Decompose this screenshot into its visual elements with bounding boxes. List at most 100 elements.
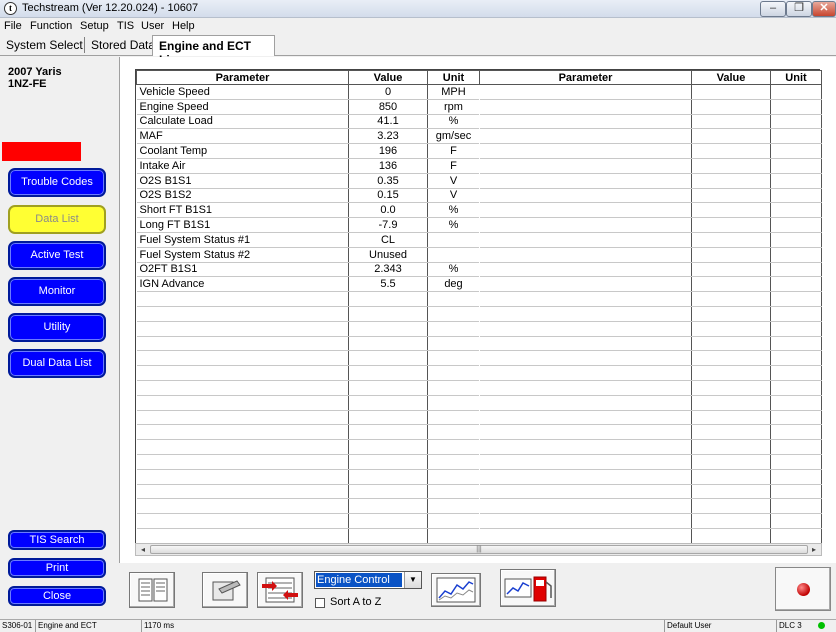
- scrollbar-thumb[interactable]: |||: [150, 545, 808, 554]
- table-row[interactable]: [479, 128, 822, 145]
- table-row[interactable]: [136, 498, 480, 515]
- tab-stored-data[interactable]: Stored Data: [91, 38, 155, 52]
- table-row[interactable]: [136, 380, 480, 396]
- table-row[interactable]: [479, 439, 822, 455]
- tab-engine-ect-live[interactable]: Engine and ECT Live: [152, 35, 275, 67]
- menu-setup[interactable]: Setup: [80, 20, 109, 32]
- table-row[interactable]: [136, 484, 480, 500]
- table-row[interactable]: O2S B1S2 0.15 V: [136, 188, 480, 204]
- table-row[interactable]: MAF 3.23 gm/sec: [136, 128, 480, 145]
- table-row[interactable]: [479, 454, 822, 470]
- fuel-graph-button[interactable]: [500, 569, 556, 607]
- parameter-header[interactable]: Parameter: [479, 70, 692, 85]
- table-row[interactable]: [479, 513, 822, 529]
- table-row[interactable]: Calculate Load 41.1%: [136, 114, 480, 130]
- table-row[interactable]: [479, 498, 822, 515]
- scroll-right-arrow-icon[interactable]: ▸: [808, 544, 820, 555]
- table-row[interactable]: Fuel System Status #1 CL: [136, 232, 480, 248]
- table-row[interactable]: [136, 439, 480, 455]
- table-row[interactable]: [479, 365, 822, 381]
- graph-view-button[interactable]: [431, 573, 481, 607]
- table-row[interactable]: [479, 336, 822, 352]
- dual-data-list-button[interactable]: Dual Data List: [8, 349, 106, 378]
- table-row[interactable]: [479, 188, 822, 204]
- table-row[interactable]: [479, 114, 822, 130]
- table-row[interactable]: [479, 410, 822, 426]
- menu-help[interactable]: Help: [172, 20, 195, 32]
- table-row[interactable]: O2S B1S1 0.35 V: [136, 173, 480, 189]
- sort-a-to-z-checkbox[interactable]: [315, 598, 325, 608]
- value-header[interactable]: Value: [691, 70, 771, 85]
- table-row[interactable]: [479, 158, 822, 174]
- unit-header[interactable]: Unit: [770, 70, 822, 85]
- menu-tis[interactable]: TIS: [117, 20, 134, 32]
- menu-file[interactable]: File: [4, 20, 22, 32]
- table-row[interactable]: [479, 321, 822, 337]
- table-row[interactable]: [136, 321, 480, 337]
- snapshot-button[interactable]: [202, 572, 248, 608]
- active-test-button[interactable]: Active Test: [8, 241, 106, 270]
- maximize-button[interactable]: ❐: [786, 1, 812, 17]
- table-row[interactable]: [479, 143, 822, 159]
- value-header[interactable]: Value: [348, 70, 428, 85]
- data-recording-button[interactable]: [257, 572, 303, 608]
- table-row[interactable]: Long FT B1S1 -7.9%: [136, 217, 480, 233]
- table-row[interactable]: [479, 350, 822, 367]
- table-row[interactable]: [136, 424, 480, 441]
- table-row[interactable]: [479, 99, 822, 115]
- table-row[interactable]: [479, 380, 822, 396]
- table-row[interactable]: Coolant Temp 196 F: [136, 143, 480, 159]
- horizontal-scrollbar[interactable]: ◂ ||| ▸: [135, 543, 822, 556]
- table-row[interactable]: [479, 484, 822, 500]
- table-row[interactable]: [479, 202, 822, 219]
- table-row[interactable]: [136, 469, 480, 485]
- table-row[interactable]: [136, 350, 480, 367]
- trouble-codes-button[interactable]: Trouble Codes: [8, 168, 106, 197]
- table-row[interactable]: [136, 336, 480, 352]
- table-row[interactable]: [479, 395, 822, 411]
- menu-user[interactable]: User: [141, 20, 164, 32]
- table-row[interactable]: [479, 306, 822, 322]
- table-row[interactable]: [136, 410, 480, 426]
- scroll-left-arrow-icon[interactable]: ◂: [137, 544, 149, 555]
- table-row[interactable]: IGN Advance 5.5 deg: [136, 276, 480, 293]
- table-row[interactable]: [136, 454, 480, 470]
- table-row[interactable]: Short FT B1S1 0.0%: [136, 202, 480, 219]
- table-row[interactable]: [479, 84, 822, 100]
- unit-header[interactable]: Unit: [427, 70, 480, 85]
- table-row[interactable]: [136, 365, 480, 381]
- table-row[interactable]: [479, 528, 822, 544]
- table-row[interactable]: [479, 291, 822, 307]
- close-window-button[interactable]: ✕: [812, 1, 836, 17]
- table-row[interactable]: [479, 276, 822, 293]
- monitor-button[interactable]: Monitor: [8, 277, 106, 306]
- table-row[interactable]: [136, 528, 480, 544]
- close-button[interactable]: Close: [8, 586, 106, 606]
- table-row[interactable]: Intake Air 136 F: [136, 158, 480, 174]
- chevron-down-icon[interactable]: ▼: [404, 572, 421, 588]
- table-row[interactable]: [479, 262, 822, 278]
- data-list-button[interactable]: Data List: [8, 205, 106, 234]
- record-button[interactable]: [775, 567, 831, 611]
- table-row[interactable]: [479, 469, 822, 485]
- sort-a-to-z-label[interactable]: Sort A to Z: [330, 596, 381, 608]
- table-row[interactable]: O2FT B1S1 2.343%: [136, 262, 480, 278]
- table-row[interactable]: Vehicle Speed 0 MPH: [136, 84, 480, 100]
- system-select-dropdown[interactable]: Engine Control ▼: [314, 571, 422, 589]
- table-row[interactable]: Engine Speed 850 rpm: [136, 99, 480, 115]
- table-row[interactable]: [479, 232, 822, 248]
- select-parameters-button[interactable]: [129, 572, 175, 608]
- minimize-button[interactable]: –: [760, 1, 786, 17]
- table-row[interactable]: [136, 395, 480, 411]
- table-row[interactable]: [479, 217, 822, 233]
- tab-system-select[interactable]: System Select: [6, 38, 83, 52]
- table-row[interactable]: [136, 291, 480, 307]
- table-row[interactable]: [479, 173, 822, 189]
- parameter-header[interactable]: Parameter: [136, 70, 349, 85]
- table-row[interactable]: [479, 424, 822, 441]
- table-row[interactable]: [479, 247, 822, 263]
- table-row[interactable]: [136, 513, 480, 529]
- table-row[interactable]: Fuel System Status #2 Unused: [136, 247, 480, 263]
- menu-function[interactable]: Function: [30, 20, 72, 32]
- table-row[interactable]: [136, 306, 480, 322]
